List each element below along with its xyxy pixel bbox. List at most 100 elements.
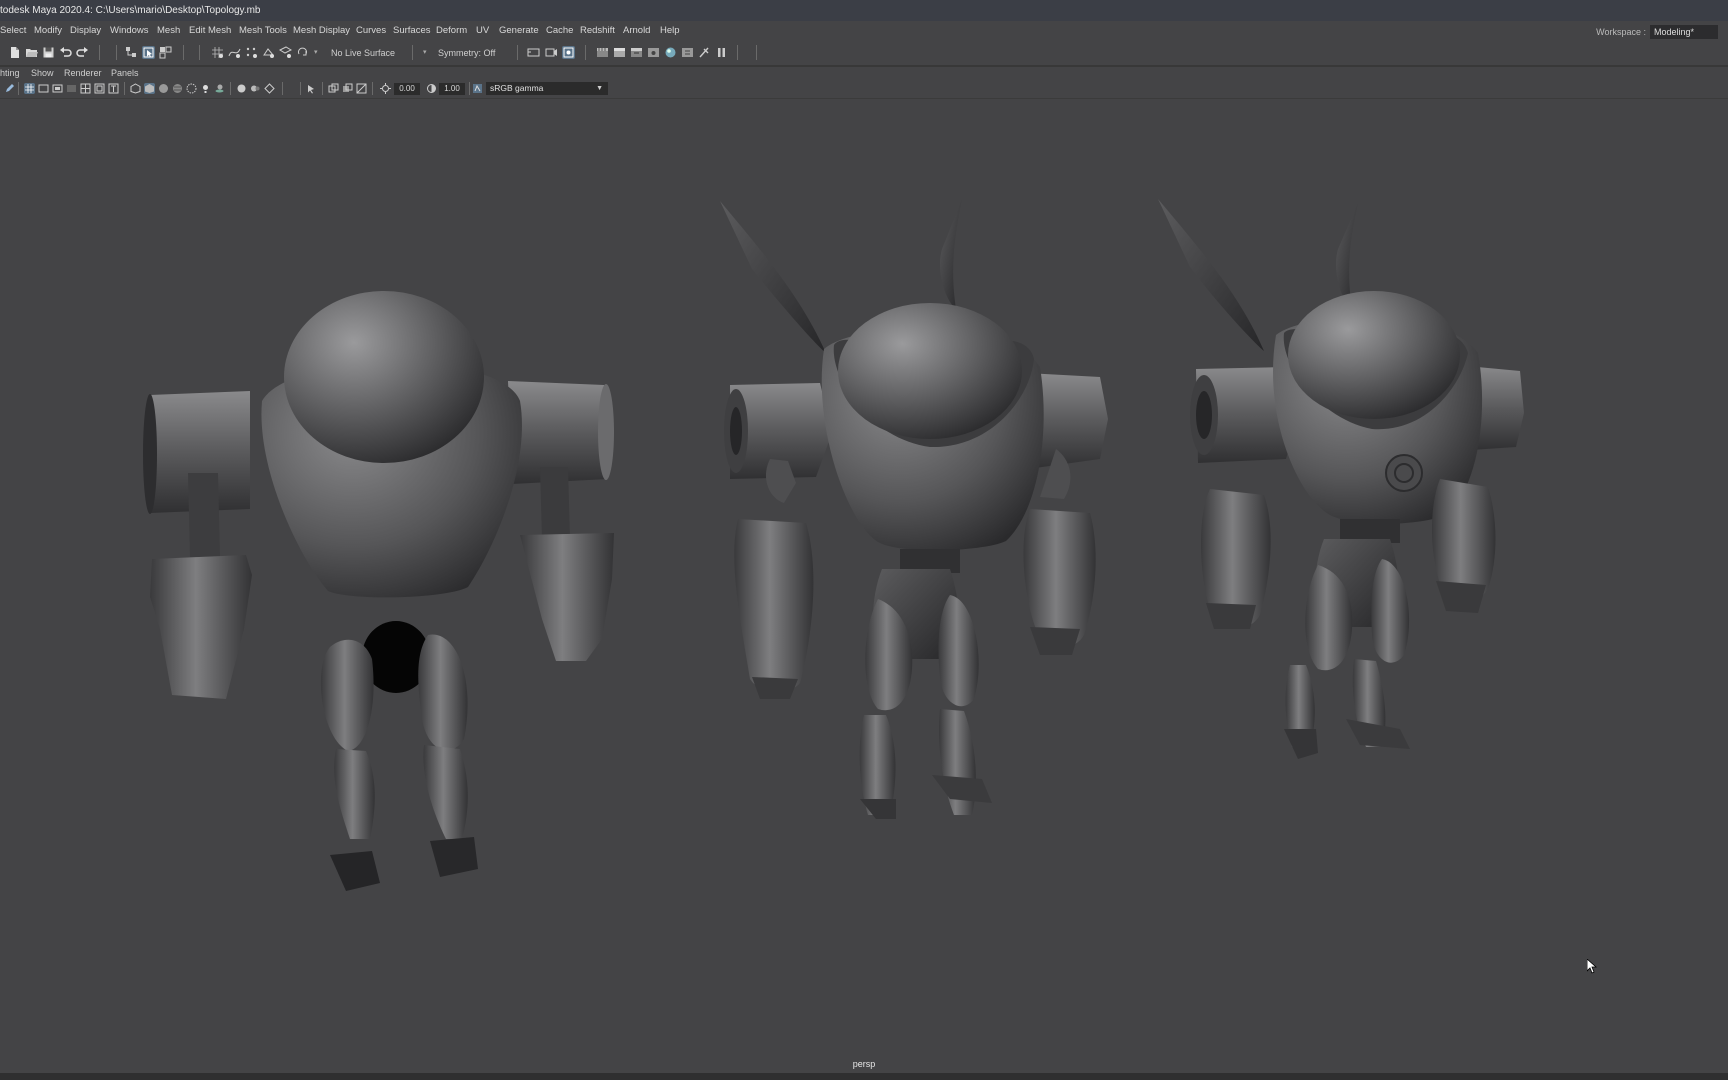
menu-windows[interactable]: Windows [110,21,149,40]
workspace-selector: Workspace : Modeling* [1596,25,1718,39]
gamma-field[interactable]: 1.00 [439,83,465,95]
menu-surfaces[interactable]: Surfaces [393,21,431,40]
toolbar-separator [300,82,301,95]
hypershade-icon[interactable] [664,46,677,59]
film-gate-icon[interactable] [38,83,49,94]
safe-title-icon[interactable] [108,83,119,94]
toolbar-separator [116,45,117,60]
select-hierarchy-icon[interactable] [125,46,138,59]
render-current-icon[interactable] [613,46,626,59]
panel-menu-panels[interactable]: Panels [111,67,139,80]
use-lights-icon[interactable] [200,83,211,94]
render-settings-icon[interactable] [647,46,660,59]
menu-arnold[interactable]: Arnold [623,21,650,40]
exposure-icon[interactable] [380,83,391,94]
exposure-field[interactable]: 0.00 [394,83,420,95]
menu-modify[interactable]: Modify [34,21,62,40]
grid-view-icon[interactable] [24,83,35,94]
light-editor-icon[interactable] [681,46,694,59]
viewport-panel[interactable]: persp [0,99,1728,1073]
make-live-icon[interactable] [296,46,309,59]
toolbar-separator [18,82,19,95]
menu-edit-mesh[interactable]: Edit Mesh [189,21,231,40]
panel-menu-lighting[interactable]: hting [0,67,20,80]
smooth-shade-icon[interactable] [144,83,155,94]
save-scene-icon[interactable] [42,46,55,59]
safe-action-icon[interactable] [94,83,105,94]
ambient-occlusion-icon[interactable] [236,83,247,94]
panel-menu-show[interactable]: Show [31,67,54,80]
live-surface-label: No Live Surface [331,48,396,58]
input-line-icon[interactable] [527,46,540,59]
snap-view-plane-icon[interactable] [279,46,292,59]
pencil-icon[interactable] [4,83,15,94]
symmetry-label[interactable]: Symmetry: Off [438,40,495,66]
robot-detailed-model[interactable] [1158,199,1524,759]
color-space-dropdown[interactable]: sRGB gamma ▼ [486,82,608,95]
menu-mesh-tools[interactable]: Mesh Tools [239,21,287,40]
anti-aliasing-icon[interactable] [264,83,275,94]
panel-menu-renderer[interactable]: Renderer [64,67,102,80]
menu-display[interactable]: Display [70,21,101,40]
menu-cache[interactable]: Cache [546,21,573,40]
resolution-gate-icon[interactable] [52,83,63,94]
wireframe-icon[interactable] [130,83,141,94]
menu-redshift[interactable]: Redshift [580,21,615,40]
robot-refined-model[interactable] [720,199,1108,819]
snap-point-icon[interactable] [245,46,258,59]
mouse-cursor-icon [1586,958,1598,979]
toolbar-separator [124,82,125,95]
camera-icon[interactable] [545,46,558,59]
xray-icon[interactable] [186,83,197,94]
backface-culling-icon[interactable] [356,83,367,94]
menu-help[interactable]: Help [660,21,680,40]
panel-menu-bar: hting Show Renderer Panels [0,67,1728,80]
toolbar-separator [199,45,200,60]
robot-blockout-model[interactable] [143,291,614,891]
toolbar-separator [412,45,413,60]
xray-joints-icon[interactable] [328,83,339,94]
chevron-down-icon: ▼ [596,85,603,92]
undo-icon[interactable] [59,46,72,59]
menu-uv[interactable]: UV [476,21,489,40]
workspace-dropdown[interactable]: Modeling* [1649,25,1718,39]
gate-mask-icon[interactable] [66,83,77,94]
default-material-icon[interactable] [158,83,169,94]
xray-active-icon[interactable] [342,83,353,94]
menu-mesh[interactable]: Mesh [157,21,180,40]
snap-grid-icon[interactable] [211,46,224,59]
menu-curves[interactable]: Curves [356,21,386,40]
isolate-view-icon[interactable] [306,83,317,94]
select-component-icon[interactable] [159,46,172,59]
menu-deform[interactable]: Deform [436,21,467,40]
main-menu-bar: Select Modify Display Windows Mesh Edit … [0,21,1728,40]
menu-select[interactable]: Select [0,21,26,40]
menu-mesh-display[interactable]: Mesh Display [293,21,350,40]
gamma-icon[interactable] [426,83,437,94]
status-line: ▾ No Live Surface ▾ Symmetry: Off [0,40,1728,67]
bottom-bar [0,1073,1728,1080]
new-scene-icon[interactable] [8,46,21,59]
redo-icon[interactable] [76,46,89,59]
motion-blur-icon[interactable] [250,83,261,94]
live-dropdown-arrow[interactable]: ▾ [314,40,318,66]
select-object-icon[interactable] [142,46,155,59]
open-scene-icon[interactable] [25,46,38,59]
scene-canvas[interactable] [0,99,1728,1073]
textured-icon[interactable] [172,83,183,94]
snap-curve-icon[interactable] [228,46,241,59]
isolate-select-icon[interactable] [562,46,575,59]
arnold-render-icon[interactable] [698,46,711,59]
render-view-icon[interactable] [596,46,609,59]
pause-viewport-icon[interactable] [715,46,728,59]
symmetry-dropdown-arrow[interactable]: ▾ [423,40,427,66]
toolbar-separator [737,45,738,60]
color-management-icon[interactable] [472,83,483,94]
shadows-icon[interactable] [214,83,225,94]
snap-projected-icon[interactable] [262,46,275,59]
menu-generate[interactable]: Generate [499,21,539,40]
ipr-render-icon[interactable] [630,46,643,59]
workspace-label: Workspace : [1596,27,1646,37]
toolbar-separator [230,82,231,95]
field-chart-icon[interactable] [80,83,91,94]
